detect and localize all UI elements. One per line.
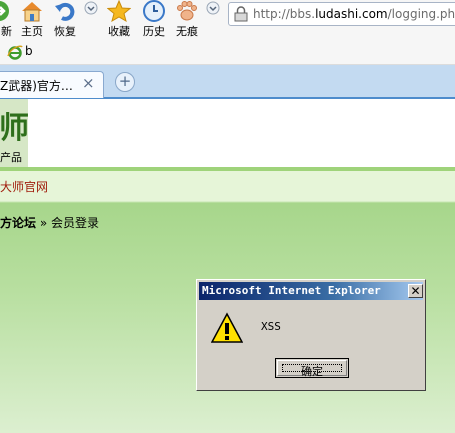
site-link[interactable]: 大师官网 <box>0 178 48 195</box>
dialog-title: Microsoft Internet Explorer <box>202 284 381 297</box>
breadcrumb-separator: » <box>36 216 51 230</box>
favorites-button[interactable]: 收藏 <box>104 0 134 40</box>
site-logo[interactable]: 师 产品 <box>0 99 29 167</box>
clock-icon <box>143 0 165 22</box>
paw-icon <box>177 1 197 21</box>
address-bar[interactable]: http://bbs.ludashi.com/logging.php?a <box>228 2 455 26</box>
home-button[interactable]: 主页 <box>18 0 46 40</box>
page-header: 师 产品 <box>0 99 455 167</box>
logo-text: 产品 <box>0 151 22 164</box>
restore-dropdown-icon[interactable] <box>84 1 98 15</box>
ok-button-label: 确定 <box>301 365 323 378</box>
tab-title: Z武器)官方… <box>0 79 73 93</box>
forward-arrow-icon <box>0 1 9 21</box>
restore-undo-icon <box>55 2 75 21</box>
ok-button-face: 确定 <box>277 360 347 378</box>
breadcrumb-current: 会员登录 <box>51 216 100 230</box>
url-prefix: http://bbs. <box>253 7 316 21</box>
url-domain: ludashi.com <box>315 7 388 21</box>
favorite-item-b[interactable]: b <box>25 44 33 58</box>
breadcrumb-forum-link[interactable]: 方论坛 <box>0 216 36 230</box>
forward-label: 新 <box>1 25 12 38</box>
dialog-message: XSS <box>261 320 281 333</box>
incognito-label: 无痕 <box>176 25 198 38</box>
dialog-close-button[interactable]: ✕ <box>408 284 423 298</box>
favorites-label: 收藏 <box>108 25 130 38</box>
address-text: http://bbs.ludashi.com/logging.php?a <box>253 3 455 25</box>
dialog-title-bar[interactable]: Microsoft Internet Explorer ✕ <box>199 282 423 300</box>
logo-glyph: 师 <box>0 111 29 146</box>
url-path: /logging.php?a <box>387 7 455 21</box>
home-label: 主页 <box>21 25 43 38</box>
breadcrumb: 方论坛 » 会员登录 <box>0 214 99 231</box>
history-button[interactable]: 历史 <box>139 0 169 40</box>
restore-button[interactable]: 恢复 <box>50 0 80 40</box>
new-tab-button[interactable]: + <box>115 72 135 92</box>
ie-icon <box>7 45 23 60</box>
alert-dialog: Microsoft Internet Explorer ✕ XSS 确定 <box>196 279 426 391</box>
favorites-bar: b <box>0 40 455 65</box>
restore-label: 恢复 <box>54 25 76 38</box>
incognito-button[interactable]: 无痕 <box>172 0 202 40</box>
browser-toolbar: 新 主页 恢复 收藏 历史 无痕 http://bbs.ludashi.com/… <box>0 0 455 40</box>
tab-active[interactable]: Z武器)官方… × <box>0 71 104 98</box>
history-label: 历史 <box>143 25 165 38</box>
lock-icon <box>234 6 248 22</box>
warning-icon <box>211 312 243 343</box>
ok-button[interactable]: 确定 <box>275 358 349 378</box>
forward-button[interactable]: 新 <box>0 0 12 40</box>
incognito-dropdown-icon[interactable] <box>206 1 220 15</box>
home-icon <box>22 2 42 22</box>
star-icon <box>107 0 131 22</box>
tab-strip: Z武器)官方… × + <box>0 65 455 99</box>
tab-close-icon[interactable]: × <box>82 74 95 92</box>
